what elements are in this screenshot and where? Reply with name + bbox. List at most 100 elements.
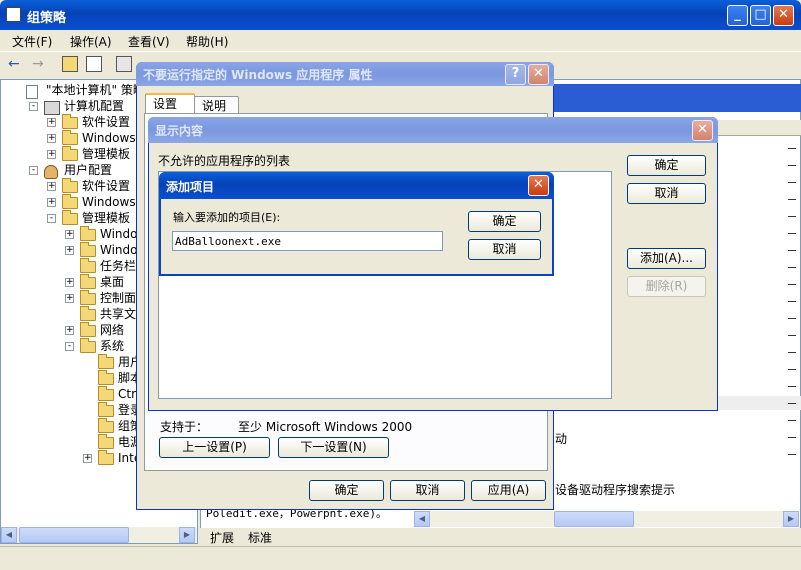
folder-icon <box>80 290 96 305</box>
supported-value: 至少 Microsoft Windows 2000 <box>238 420 413 434</box>
tree-item[interactable]: 计算机配置 <box>64 98 124 114</box>
column-dash <box>788 420 796 421</box>
column-dash <box>788 165 796 166</box>
show-contents-ok-button[interactable]: 确定 <box>627 155 706 176</box>
folder-icon <box>98 386 114 401</box>
details-scroll-thumb[interactable] <box>554 511 634 527</box>
tree-expander-icon[interactable]: - <box>29 102 38 111</box>
scroll-left-icon[interactable]: ◀ <box>1 527 17 543</box>
scroll-thumb[interactable] <box>19 527 129 543</box>
column-dash <box>788 352 796 353</box>
add-item-ok-button[interactable]: 确定 <box>468 211 541 232</box>
folder-icon <box>62 146 78 161</box>
next-setting-button[interactable]: 下一设置(N) <box>278 437 389 458</box>
tree-expander-icon[interactable]: + <box>47 198 56 207</box>
maximize-button[interactable]: □ <box>750 5 771 26</box>
tree-expander-icon[interactable]: + <box>47 150 56 159</box>
tree-item[interactable]: 用户配置 <box>64 162 112 178</box>
details-scroll-right-icon[interactable]: ▶ <box>783 511 799 527</box>
properties-apply-button[interactable]: 应用(A) <box>471 480 546 501</box>
folder-icon <box>62 114 78 129</box>
tree-item[interactable]: 系统 <box>100 338 124 354</box>
menu-action[interactable]: 操作(A) <box>70 33 112 50</box>
details-column-header[interactable] <box>717 120 801 136</box>
column-dash <box>788 318 796 319</box>
details-column-dashes <box>786 140 798 510</box>
details-header-band <box>552 84 801 112</box>
show-contents-cancel-button[interactable]: 取消 <box>627 183 706 204</box>
folder-icon <box>80 226 96 241</box>
show-tree-icon[interactable] <box>86 56 102 72</box>
folder-icon <box>80 338 96 353</box>
tree-item[interactable]: 管理模板 <box>82 210 130 226</box>
menu-help[interactable]: 帮助(H) <box>186 33 228 50</box>
remove-button: 删除(R) <box>627 276 706 297</box>
tree-expander-icon[interactable]: + <box>47 182 56 191</box>
column-dash <box>788 369 796 370</box>
tree-horizontal-scrollbar[interactable]: ◀ ▶ <box>1 527 197 543</box>
add-item-cancel-button[interactable]: 取消 <box>468 239 541 260</box>
folder-icon <box>80 322 96 337</box>
previous-setting-button[interactable]: 上一设置(P) <box>159 437 270 458</box>
folder-icon <box>80 306 96 321</box>
tree-item[interactable]: 桌面 <box>100 274 124 290</box>
show-contents-title: 显示内容 <box>155 124 204 138</box>
folder-icon <box>98 418 114 433</box>
add-item-prompt: 输入要添加的项目(E): <box>173 211 281 224</box>
properties-icon[interactable] <box>116 56 132 72</box>
add-item-close-button[interactable]: ✕ <box>528 175 549 196</box>
forward-arrow-icon[interactable]: → <box>32 56 44 72</box>
add-item-input[interactable] <box>172 231 443 251</box>
tree-item[interactable]: "本地计算机" 策略 <box>46 82 145 98</box>
properties-ok-button[interactable]: 确定 <box>309 480 384 501</box>
properties-help-button[interactable]: ? <box>505 64 526 85</box>
properties-cancel-button[interactable]: 取消 <box>390 480 465 501</box>
tab-standard[interactable]: 标准 <box>248 529 272 546</box>
tree-expander-icon[interactable]: + <box>47 118 56 127</box>
tab-extended[interactable]: 扩展 <box>210 529 234 546</box>
policy-document-icon <box>26 85 38 99</box>
tree-item[interactable]: 软件设置 <box>82 114 130 130</box>
folder-icon <box>80 274 96 289</box>
add-item-title-bar[interactable]: 添加项目 ✕ <box>159 172 554 199</box>
tree-expander-icon[interactable]: + <box>47 134 56 143</box>
details-horizontal-scrollbar[interactable]: ◀ ▶ <box>414 511 799 527</box>
details-text-2: 设备驱动程序搜索提示 <box>555 483 676 497</box>
tree-item[interactable]: 管理模板 <box>82 146 130 162</box>
tree-expander-icon[interactable]: - <box>65 342 74 351</box>
tab-settings[interactable]: 设置 <box>145 93 195 114</box>
tree-expander-icon[interactable]: + <box>65 294 74 303</box>
minimize-button[interactable]: _ <box>727 5 748 26</box>
show-contents-close-button[interactable]: ✕ <box>692 120 713 141</box>
tree-item[interactable]: 软件设置 <box>82 178 130 194</box>
menu-file[interactable]: 文件(F) <box>12 33 52 50</box>
supported-label: 支持于： <box>160 420 209 434</box>
close-button[interactable]: ✕ <box>773 5 794 26</box>
folder-icon <box>62 210 78 225</box>
menu-view[interactable]: 查看(V) <box>128 33 170 50</box>
tree-expander-icon[interactable]: - <box>47 214 56 223</box>
tree-expander-icon[interactable]: + <box>65 230 74 239</box>
details-scroll-left-icon[interactable]: ◀ <box>414 511 430 527</box>
tree-expander-icon[interactable]: + <box>83 454 92 463</box>
column-dash <box>788 267 796 268</box>
tree-expander-icon[interactable]: + <box>65 326 74 335</box>
scroll-right-icon[interactable]: ▶ <box>179 527 195 543</box>
properties-title-bar[interactable]: 不要运行指定的 Windows 应用程序 属性 ? ✕ <box>136 62 554 86</box>
folder-icon <box>80 242 96 257</box>
show-contents-title-bar[interactable]: 显示内容 ✕ <box>148 117 718 143</box>
tree-expander-icon[interactable]: + <box>65 278 74 287</box>
back-arrow-icon[interactable]: ← <box>8 56 20 72</box>
properties-close-button[interactable]: ✕ <box>528 64 549 85</box>
main-title-bar[interactable]: 组策略 _ □ ✕ <box>0 0 801 30</box>
up-folder-icon[interactable] <box>62 56 78 72</box>
column-dash <box>788 216 796 217</box>
folder-icon <box>98 434 114 449</box>
tree-expander-icon[interactable]: + <box>65 246 74 255</box>
tree-expander-icon[interactable]: - <box>29 166 38 175</box>
tree-item[interactable]: 网络 <box>100 322 124 338</box>
column-dash <box>788 199 796 200</box>
disallowed-list-label: 不允许的应用程序的列表 <box>158 154 291 168</box>
add-button[interactable]: 添加(A)... <box>627 248 706 269</box>
properties-title: 不要运行指定的 Windows 应用程序 属性 <box>143 68 373 82</box>
